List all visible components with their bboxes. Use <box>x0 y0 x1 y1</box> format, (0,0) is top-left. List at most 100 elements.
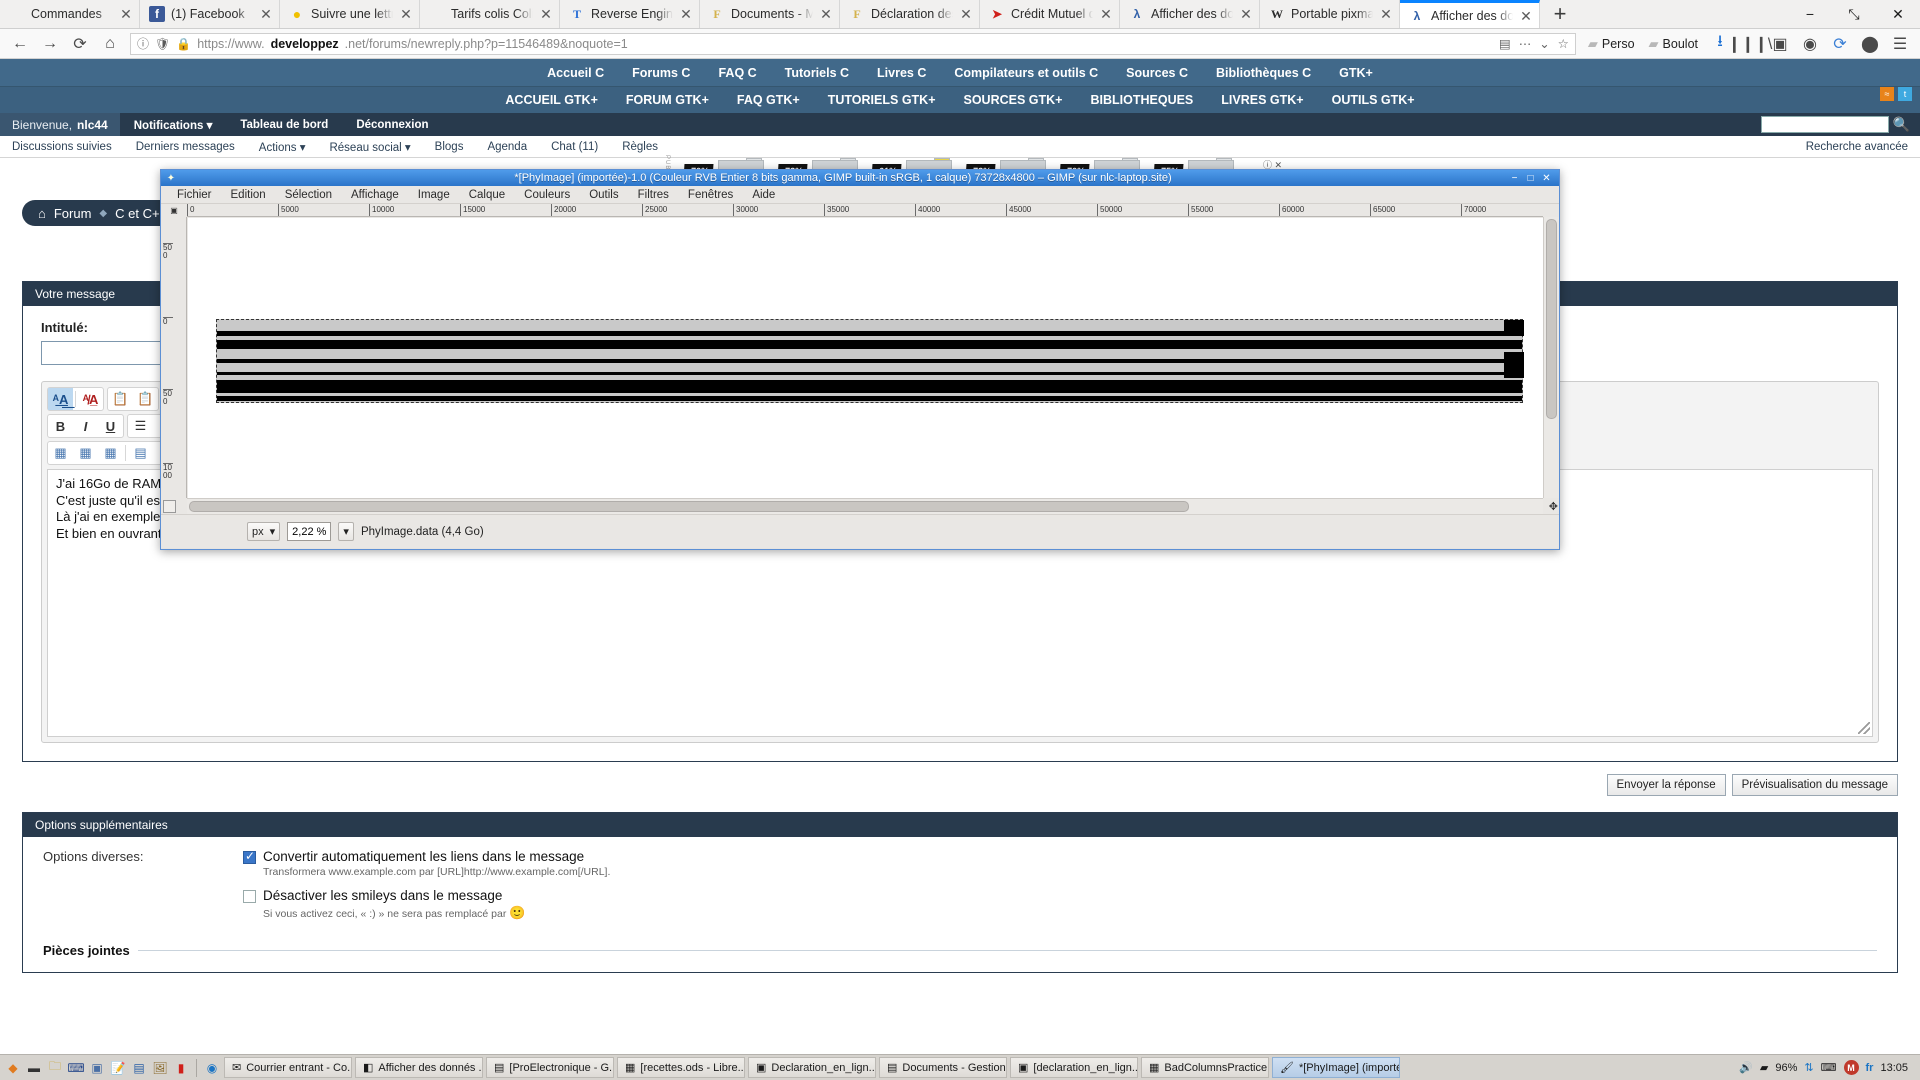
search-icon[interactable]: 🔍 <box>1893 116 1910 133</box>
nav-gtk-item[interactable]: SOURCES GTK+ <box>964 93 1063 107</box>
subnav-item[interactable]: Derniers messages <box>124 141 247 153</box>
nav-gtk-item[interactable]: FAQ GTK+ <box>737 93 800 107</box>
gimp-canvas[interactable] <box>188 218 1543 498</box>
table-properties-icon[interactable]: ▦ <box>73 442 98 464</box>
nav-c-item[interactable]: Accueil C <box>547 66 604 80</box>
resize-grip-icon[interactable] <box>1858 722 1870 734</box>
keyboard-icon[interactable]: ⌨ <box>1821 1061 1837 1074</box>
taskbar-item[interactable]: ▣ [declaration_en_lign... <box>1010 1057 1138 1078</box>
reload-icon[interactable]: ⟳ <box>66 31 94 57</box>
option-disable-smileys[interactable]: Désactiver les smileys dans le message <box>243 888 1877 903</box>
tab-close-icon[interactable]: ✕ <box>539 7 553 21</box>
gimp-menu-filtres[interactable]: Filtres <box>638 189 669 201</box>
terminal-icon[interactable]: ⌨ <box>67 1059 85 1077</box>
nav-c-item[interactable]: Sources C <box>1126 66 1188 80</box>
gimp-minimize-icon[interactable]: − <box>1509 173 1520 184</box>
italic-icon[interactable]: I <box>73 415 98 437</box>
gimp-menu-couleurs[interactable]: Couleurs <box>524 189 570 201</box>
tab-close-icon[interactable]: ✕ <box>959 7 973 21</box>
reader-mode-icon[interactable]: ▤ <box>1499 36 1511 51</box>
sync-icon[interactable]: ⟳ <box>1826 31 1854 57</box>
horizontal-ruler[interactable]: 0 5000 10000 15000 20000 25000 30000 350… <box>187 204 1543 217</box>
canvas-vertical-scrollbar[interactable] <box>1543 217 1559 498</box>
volume-icon[interactable]: 🔊 <box>1739 1061 1753 1074</box>
browser-tab-active[interactable]: λ Afficher des donn ✕ <box>1400 0 1540 28</box>
preview-message-button[interactable]: Prévisualisation du message <box>1731 774 1898 796</box>
nav-c-item[interactable]: Compilateurs et outils C <box>954 66 1098 80</box>
clear-format-icon[interactable]: ᴬ̸A̲ <box>78 388 103 410</box>
vertical-ruler[interactable]: 500 0 500 1000 <box>161 217 187 498</box>
table-icon[interactable]: ▦ <box>48 442 73 464</box>
taskbar-item[interactable]: ▣ Declaration_en_lign... <box>748 1057 876 1078</box>
notifications-menu[interactable]: Notifications ▾ <box>120 118 227 132</box>
back-arrow-icon[interactable]: ← <box>6 31 34 57</box>
image-layer-selection[interactable] <box>216 319 1524 403</box>
extension-icon[interactable]: ⬤ <box>1856 31 1884 57</box>
dashboard-link[interactable]: Tableau de bord <box>226 119 342 131</box>
navigation-preview-icon[interactable]: ✥ <box>1549 500 1558 513</box>
paste-icon[interactable]: 📋 <box>108 388 133 410</box>
gimp-menu-aide[interactable]: Aide <box>752 189 775 201</box>
gimp-menu-image[interactable]: Image <box>418 189 450 201</box>
table-delete-icon[interactable]: ▦ <box>98 442 123 464</box>
nav-gtk-item[interactable]: FORUM GTK+ <box>626 93 709 107</box>
browser-tab[interactable]: Commandes ✕ <box>0 0 140 28</box>
forward-arrow-icon[interactable]: → <box>36 31 64 57</box>
paste-word-icon[interactable]: 📋 <box>133 388 158 410</box>
library-icon[interactable]: ❙❙❙\ <box>1728 31 1773 57</box>
nav-gtk-item[interactable]: TUTORIELS GTK+ <box>828 93 936 107</box>
quick-mask-toggle[interactable] <box>163 500 176 513</box>
tab-close-icon[interactable]: ✕ <box>819 7 833 21</box>
gimp-maximize-icon[interactable]: □ <box>1525 173 1536 184</box>
nav-gtk-item[interactable]: ACCUEIL GTK+ <box>505 93 598 107</box>
mail-icon[interactable]: M <box>1843 1060 1859 1075</box>
search-input[interactable] <box>1760 116 1889 133</box>
files-icon[interactable]: ▣ <box>88 1059 106 1077</box>
start-menu-icon[interactable]: ◆ <box>4 1059 22 1077</box>
taskbar-item[interactable]: ▦ BadColumnsPractice... <box>1141 1057 1269 1078</box>
gimp-menu-selection[interactable]: Sélection <box>285 189 332 201</box>
folder-icon[interactable]: 🗀 <box>46 1059 64 1077</box>
checkbox-disable-smileys[interactable] <box>243 890 256 903</box>
tab-close-icon[interactable]: ✕ <box>679 7 693 21</box>
tab-close-icon[interactable]: ✕ <box>399 7 413 21</box>
subnav-item[interactable]: Règles <box>610 141 670 153</box>
firefox-icon[interactable]: ◉ <box>203 1059 221 1077</box>
tab-close-icon[interactable]: ✕ <box>119 7 133 21</box>
minimize-icon[interactable]: − <box>1788 0 1832 28</box>
browser-tab[interactable]: ➤ Crédit Mutuel de l ✕ <box>980 0 1120 28</box>
taskbar-item-active[interactable]: 🖌 *[PhyImage] (importé... <box>1272 1057 1400 1078</box>
clock[interactable]: 13:05 <box>1880 1062 1908 1074</box>
browser-tab[interactable]: T Reverse Engineer ✕ <box>560 0 700 28</box>
calc-icon[interactable]: ▤ <box>130 1059 148 1077</box>
tab-close-icon[interactable]: ✕ <box>1099 7 1113 21</box>
address-bar[interactable]: ⓘ 🛡 🔒 https://www. developpez .net/forums/… <box>130 32 1576 55</box>
gimp-menu-calque[interactable]: Calque <box>469 189 505 201</box>
remove-format-icon[interactable]: ᴬ͟A͟ <box>48 388 73 410</box>
battery-icon[interactable]: ▰ <box>1760 1061 1768 1074</box>
pdf-icon[interactable]: ▮ <box>172 1059 190 1077</box>
row-insert-icon[interactable]: ▤ <box>128 442 153 464</box>
gimp-title-bar[interactable]: ✦ *[PhyImage] (importée)-1.0 (Couleur RV… <box>161 170 1559 186</box>
breadcrumb-item[interactable]: Forum <box>54 206 92 221</box>
editor-icon[interactable]: 📝 <box>109 1059 127 1077</box>
gimp-menu-outils[interactable]: Outils <box>589 189 618 201</box>
twitter-icon[interactable]: t <box>1898 87 1912 101</box>
taskbar-item[interactable]: ✉ Courrier entrant - Co... <box>224 1057 352 1078</box>
menu-icon[interactable]: ☰ <box>1886 31 1914 57</box>
show-desktop-icon[interactable]: ▬ <box>25 1059 43 1077</box>
bold-icon[interactable]: B <box>48 415 73 437</box>
browser-tab[interactable]: λ Afficher des donn ✕ <box>1120 0 1260 28</box>
browser-tab[interactable]: f (1) Facebook ✕ <box>140 0 280 28</box>
nav-c-item[interactable]: FAQ C <box>718 66 756 80</box>
unit-select[interactable]: px ▾ <box>247 522 281 541</box>
subnav-item[interactable]: Blogs <box>423 141 476 153</box>
scrollbar-thumb[interactable] <box>189 501 1189 512</box>
nav-gtk-item[interactable]: BIBLIOTHEQUES <box>1090 93 1193 107</box>
tab-close-icon[interactable]: ✕ <box>1379 7 1393 21</box>
send-reply-button[interactable]: Envoyer la réponse <box>1606 774 1726 796</box>
account-icon[interactable]: ◉ <box>1796 31 1824 57</box>
page-actions-icon[interactable]: ⋯ <box>1519 36 1532 51</box>
tracking-shield-icon[interactable]: 🛡 <box>155 37 170 51</box>
home-icon[interactable]: ⌂ <box>96 31 124 57</box>
